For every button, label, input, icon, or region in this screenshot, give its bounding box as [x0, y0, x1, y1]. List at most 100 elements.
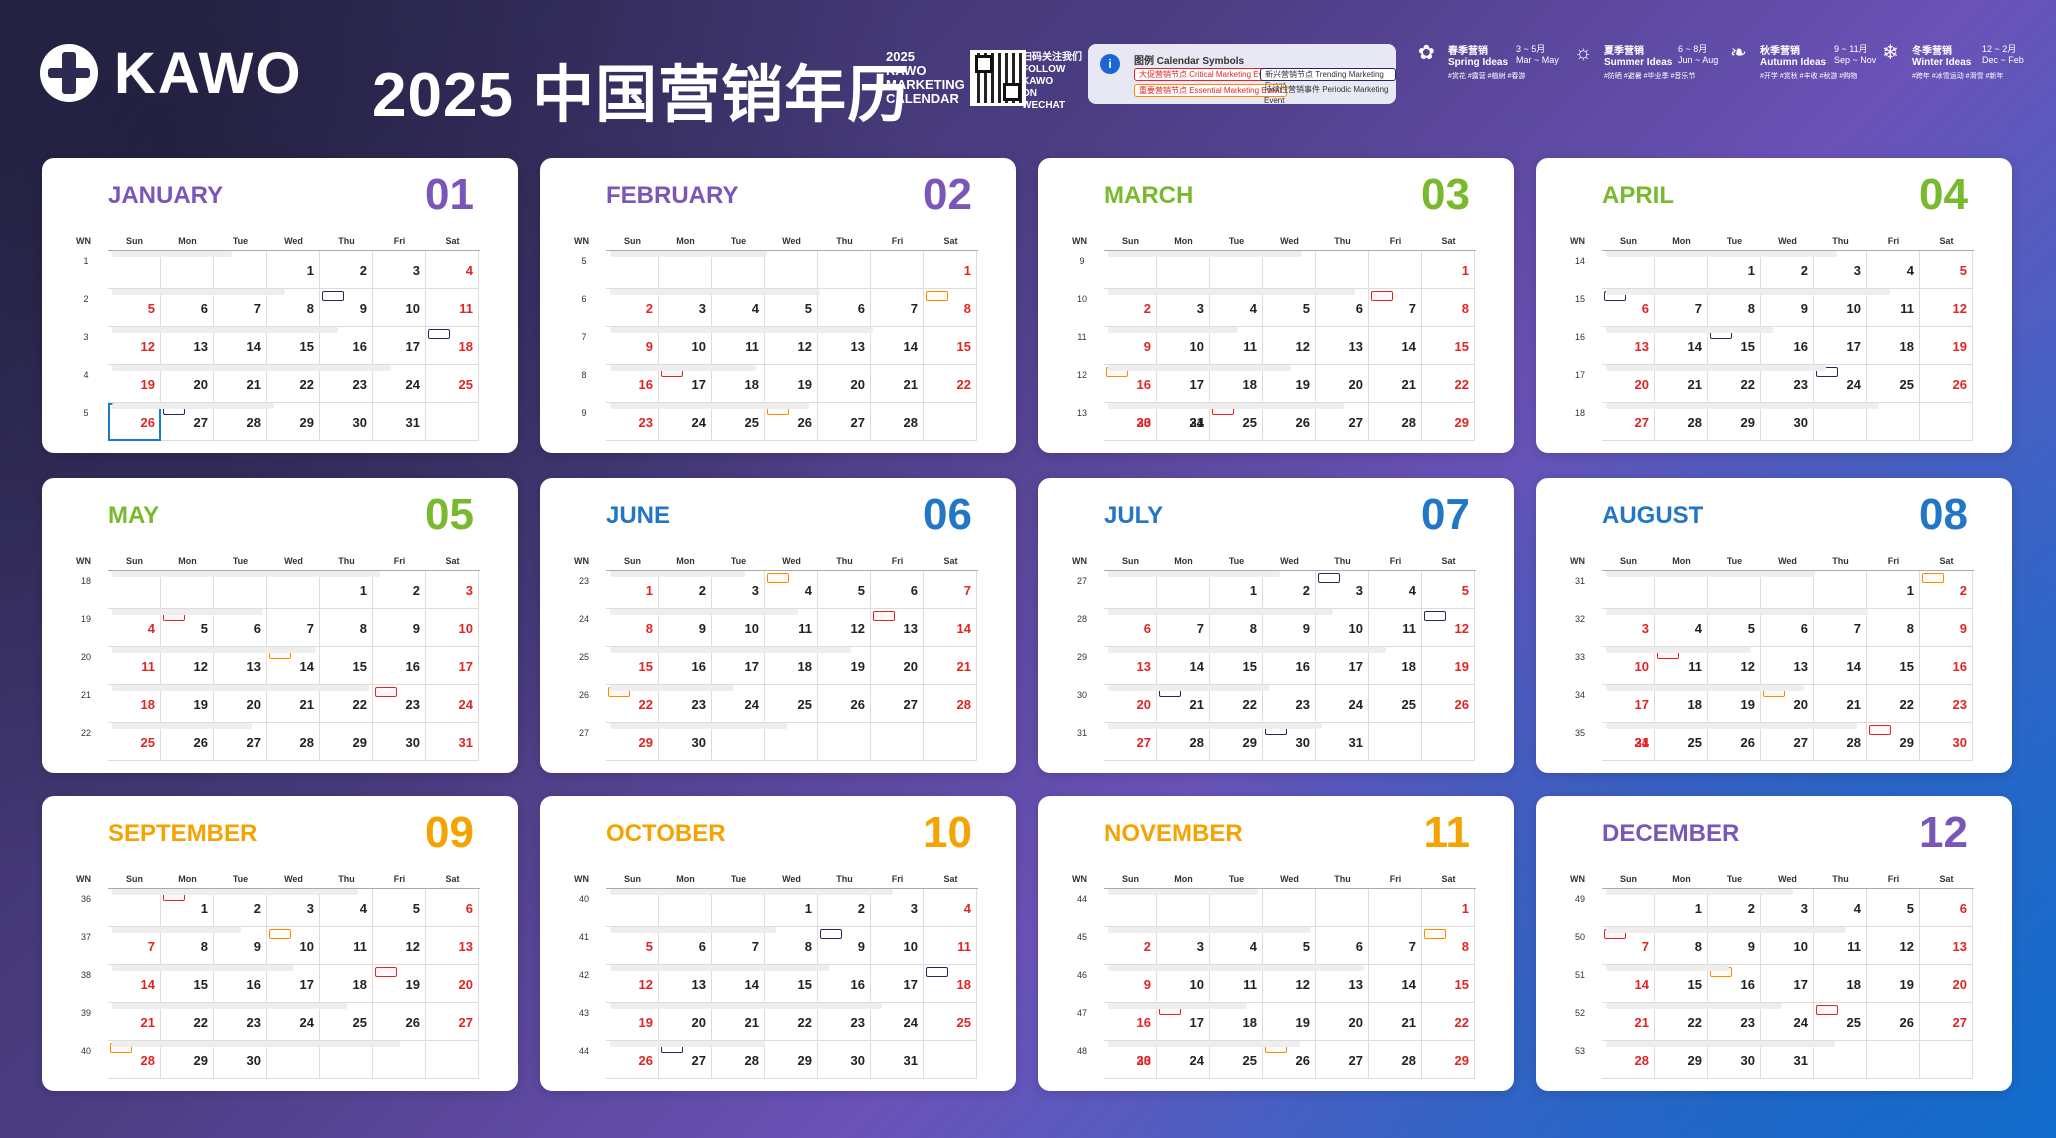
event-tag[interactable]: [926, 967, 948, 977]
day-cell[interactable]: 24: [1316, 685, 1369, 723]
event-tag[interactable]: [1424, 611, 1446, 621]
day-cell[interactable]: 14: [1369, 327, 1422, 365]
event-tag[interactable]: [375, 967, 397, 977]
day-cell[interactable]: 7: [267, 609, 320, 647]
event-tag[interactable]: [375, 687, 397, 697]
day-cell[interactable]: 5: [373, 889, 426, 927]
qr-code-icon[interactable]: [970, 50, 1026, 106]
day-cell[interactable]: 14: [924, 609, 977, 647]
day-cell[interactable]: [1369, 723, 1422, 761]
day-cell[interactable]: 1: [1422, 251, 1475, 289]
day-cell[interactable]: 19: [373, 965, 426, 1003]
day-cell[interactable]: 6: [426, 889, 479, 927]
day-cell[interactable]: 4: [924, 889, 977, 927]
day-cell[interactable]: 8: [1867, 609, 1920, 647]
day-cell[interactable]: 27: [818, 403, 871, 441]
day-cell[interactable]: 15: [1422, 965, 1475, 1003]
day-cell[interactable]: [818, 723, 871, 761]
event-tag[interactable]: [428, 329, 450, 339]
day-cell[interactable]: 25: [1369, 685, 1422, 723]
day-cell[interactable]: 26: [1422, 685, 1475, 723]
day-cell[interactable]: 29: [1867, 723, 1920, 761]
day-cell[interactable]: 29: [320, 723, 373, 761]
day-cell[interactable]: [1867, 1041, 1920, 1079]
day-cell[interactable]: 20: [426, 965, 479, 1003]
day-cell[interactable]: 7: [871, 289, 924, 327]
day-cell[interactable]: 19: [1920, 327, 1973, 365]
day-cell[interactable]: 20: [871, 647, 924, 685]
day-cell[interactable]: 12: [818, 609, 871, 647]
day-cell[interactable]: 10: [267, 927, 320, 965]
day-cell[interactable]: 1: [924, 251, 977, 289]
day-cell[interactable]: 29: [765, 1041, 818, 1079]
day-cell[interactable]: [1263, 889, 1316, 927]
day-cell[interactable]: 8: [1422, 927, 1475, 965]
day-cell[interactable]: 12: [1867, 927, 1920, 965]
event-tag[interactable]: [767, 573, 789, 583]
event-tag[interactable]: [873, 611, 895, 621]
day-cell[interactable]: 10: [426, 609, 479, 647]
day-cell[interactable]: 25: [426, 365, 479, 403]
event-tag[interactable]: [1869, 725, 1891, 735]
day-cell[interactable]: [1369, 251, 1422, 289]
day-cell[interactable]: 30: [320, 403, 373, 441]
day-cell[interactable]: [1814, 571, 1867, 609]
day-cell[interactable]: 22: [1422, 1003, 1475, 1041]
day-cell[interactable]: 17: [426, 647, 479, 685]
day-cell[interactable]: 13: [1316, 327, 1369, 365]
day-cell[interactable]: 13: [1920, 927, 1973, 965]
day-cell[interactable]: 18: [1814, 965, 1867, 1003]
day-cell[interactable]: 19: [1422, 647, 1475, 685]
day-cell[interactable]: 6: [871, 571, 924, 609]
day-cell[interactable]: 7: [924, 571, 977, 609]
day-cell[interactable]: 3: [1316, 571, 1369, 609]
day-cell[interactable]: 8: [320, 609, 373, 647]
day-cell[interactable]: 18: [320, 965, 373, 1003]
day-cell[interactable]: 20: [1316, 365, 1369, 403]
day-cell[interactable]: 18: [426, 327, 479, 365]
day-cell[interactable]: 22: [1422, 365, 1475, 403]
day-cell[interactable]: 4: [426, 251, 479, 289]
day-cell[interactable]: 7: [1369, 927, 1422, 965]
day-cell[interactable]: 15: [1867, 647, 1920, 685]
day-cell[interactable]: [924, 1041, 977, 1079]
day-cell[interactable]: 2: [320, 251, 373, 289]
day-cell[interactable]: 26: [1867, 1003, 1920, 1041]
day-cell[interactable]: 23: [373, 685, 426, 723]
event-tag[interactable]: [1424, 929, 1446, 939]
day-cell[interactable]: 21: [1369, 1003, 1422, 1041]
day-cell[interactable]: 2: [1920, 571, 1973, 609]
day-cell[interactable]: 30: [818, 1041, 871, 1079]
day-cell[interactable]: 17: [1761, 965, 1814, 1003]
day-cell[interactable]: 30: [1920, 723, 1973, 761]
day-cell[interactable]: 10: [373, 289, 426, 327]
day-cell[interactable]: 28: [924, 685, 977, 723]
day-cell[interactable]: 19: [1867, 965, 1920, 1003]
day-cell[interactable]: [871, 723, 924, 761]
day-cell[interactable]: 25: [1814, 1003, 1867, 1041]
day-cell[interactable]: [924, 723, 977, 761]
day-cell[interactable]: 14: [1814, 647, 1867, 685]
day-cell[interactable]: 8: [1422, 289, 1475, 327]
day-cell[interactable]: 29: [267, 403, 320, 441]
day-cell[interactable]: 27: [1316, 1041, 1369, 1079]
day-cell[interactable]: 26: [1920, 365, 1973, 403]
day-cell[interactable]: 16: [1920, 647, 1973, 685]
day-cell[interactable]: 13: [426, 927, 479, 965]
day-cell[interactable]: 14: [1369, 965, 1422, 1003]
day-cell[interactable]: 20: [1920, 965, 1973, 1003]
event-tag[interactable]: [820, 929, 842, 939]
day-cell[interactable]: 4: [1867, 251, 1920, 289]
day-cell[interactable]: 27: [1920, 1003, 1973, 1041]
day-cell[interactable]: 3: [373, 251, 426, 289]
day-cell[interactable]: 5: [1920, 251, 1973, 289]
day-cell[interactable]: 24: [426, 685, 479, 723]
day-cell[interactable]: 6: [1920, 889, 1973, 927]
day-cell[interactable]: 25: [1867, 365, 1920, 403]
day-cell[interactable]: 5: [1867, 889, 1920, 927]
event-tag[interactable]: [322, 291, 344, 301]
day-cell[interactable]: [1422, 723, 1475, 761]
day-cell[interactable]: 21: [1814, 685, 1867, 723]
day-cell[interactable]: 17: [871, 965, 924, 1003]
day-cell[interactable]: 27: [871, 685, 924, 723]
